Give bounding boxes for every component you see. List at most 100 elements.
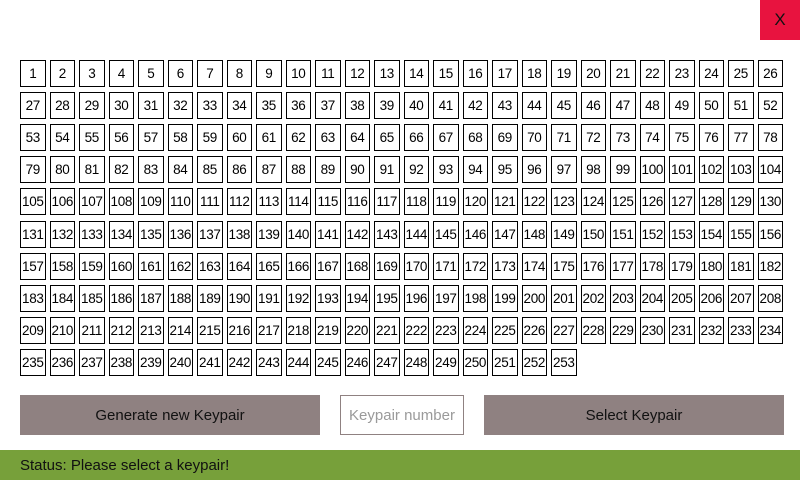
- keypair-cell-202[interactable]: 202: [580, 284, 607, 312]
- keypair-cell-79[interactable]: 79: [20, 156, 46, 184]
- keypair-cell-249[interactable]: 249: [433, 348, 459, 376]
- keypair-cell-81[interactable]: 81: [79, 156, 105, 184]
- keypair-cell-209[interactable]: 209: [20, 316, 46, 344]
- keypair-cell-184[interactable]: 184: [49, 284, 76, 312]
- keypair-cell-87[interactable]: 87: [256, 156, 282, 184]
- keypair-cell-40[interactable]: 40: [403, 92, 430, 120]
- keypair-cell-49[interactable]: 49: [669, 92, 695, 120]
- keypair-cell-178[interactable]: 178: [639, 252, 666, 280]
- keypair-cell-61[interactable]: 61: [256, 124, 282, 152]
- keypair-cell-3[interactable]: 3: [79, 60, 105, 87]
- keypair-cell-142[interactable]: 142: [344, 220, 371, 248]
- keypair-cell-95[interactable]: 95: [492, 156, 518, 184]
- keypair-cell-194[interactable]: 194: [344, 284, 371, 312]
- keypair-cell-236[interactable]: 236: [49, 348, 76, 376]
- keypair-cell-168[interactable]: 168: [344, 252, 371, 280]
- keypair-cell-127[interactable]: 127: [669, 188, 695, 216]
- keypair-cell-246[interactable]: 246: [344, 348, 371, 376]
- keypair-cell-52[interactable]: 52: [757, 92, 784, 120]
- keypair-cell-104[interactable]: 104: [757, 156, 784, 184]
- keypair-cell-58[interactable]: 58: [167, 124, 194, 152]
- keypair-cell-80[interactable]: 80: [49, 156, 76, 184]
- keypair-cell-124[interactable]: 124: [580, 188, 607, 216]
- keypair-cell-74[interactable]: 74: [639, 124, 666, 152]
- keypair-cell-70[interactable]: 70: [521, 124, 548, 152]
- keypair-cell-119[interactable]: 119: [433, 188, 459, 216]
- keypair-cell-144[interactable]: 144: [403, 220, 430, 248]
- keypair-cell-199[interactable]: 199: [492, 284, 518, 312]
- keypair-cell-135[interactable]: 135: [138, 220, 164, 248]
- keypair-cell-29[interactable]: 29: [79, 92, 105, 120]
- keypair-cell-20[interactable]: 20: [580, 60, 607, 87]
- keypair-cell-251[interactable]: 251: [492, 348, 518, 376]
- keypair-cell-34[interactable]: 34: [226, 92, 253, 120]
- select-keypair-button[interactable]: Select Keypair: [484, 395, 784, 435]
- keypair-cell-235[interactable]: 235: [20, 348, 46, 376]
- keypair-cell-241[interactable]: 241: [197, 348, 223, 376]
- keypair-cell-161[interactable]: 161: [138, 252, 164, 280]
- keypair-cell-108[interactable]: 108: [108, 188, 135, 216]
- keypair-cell-122[interactable]: 122: [521, 188, 548, 216]
- keypair-cell-12[interactable]: 12: [344, 60, 371, 87]
- keypair-cell-141[interactable]: 141: [315, 220, 341, 248]
- keypair-cell-76[interactable]: 76: [698, 124, 725, 152]
- keypair-cell-72[interactable]: 72: [580, 124, 607, 152]
- keypair-cell-91[interactable]: 91: [374, 156, 400, 184]
- keypair-cell-160[interactable]: 160: [108, 252, 135, 280]
- keypair-cell-152[interactable]: 152: [639, 220, 666, 248]
- keypair-cell-14[interactable]: 14: [403, 60, 430, 87]
- keypair-cell-13[interactable]: 13: [374, 60, 400, 87]
- keypair-cell-164[interactable]: 164: [226, 252, 253, 280]
- keypair-cell-9[interactable]: 9: [256, 60, 282, 87]
- keypair-cell-126[interactable]: 126: [639, 188, 666, 216]
- keypair-cell-253[interactable]: 253: [551, 348, 577, 376]
- keypair-cell-121[interactable]: 121: [492, 188, 518, 216]
- keypair-cell-243[interactable]: 243: [256, 348, 282, 376]
- keypair-cell-245[interactable]: 245: [315, 348, 341, 376]
- keypair-cell-66[interactable]: 66: [403, 124, 430, 152]
- keypair-cell-106[interactable]: 106: [49, 188, 76, 216]
- keypair-cell-110[interactable]: 110: [167, 188, 194, 216]
- keypair-cell-15[interactable]: 15: [433, 60, 459, 87]
- keypair-cell-226[interactable]: 226: [521, 316, 548, 344]
- keypair-cell-167[interactable]: 167: [315, 252, 341, 280]
- keypair-cell-6[interactable]: 6: [167, 60, 194, 87]
- keypair-cell-188[interactable]: 188: [167, 284, 194, 312]
- keypair-cell-4[interactable]: 4: [108, 60, 135, 87]
- keypair-cell-208[interactable]: 208: [757, 284, 784, 312]
- keypair-cell-47[interactable]: 47: [610, 92, 636, 120]
- keypair-cell-220[interactable]: 220: [344, 316, 371, 344]
- keypair-cell-137[interactable]: 137: [197, 220, 223, 248]
- keypair-cell-113[interactable]: 113: [256, 188, 282, 216]
- keypair-cell-22[interactable]: 22: [639, 60, 666, 87]
- keypair-cell-26[interactable]: 26: [757, 60, 784, 87]
- keypair-cell-237[interactable]: 237: [79, 348, 105, 376]
- keypair-cell-190[interactable]: 190: [226, 284, 253, 312]
- generate-keypair-button[interactable]: Generate new Keypair: [20, 395, 320, 435]
- keypair-cell-136[interactable]: 136: [167, 220, 194, 248]
- keypair-cell-171[interactable]: 171: [433, 252, 459, 280]
- keypair-cell-41[interactable]: 41: [433, 92, 459, 120]
- keypair-cell-156[interactable]: 156: [757, 220, 784, 248]
- keypair-cell-150[interactable]: 150: [580, 220, 607, 248]
- keypair-cell-128[interactable]: 128: [698, 188, 725, 216]
- keypair-cell-216[interactable]: 216: [226, 316, 253, 344]
- keypair-cell-138[interactable]: 138: [226, 220, 253, 248]
- keypair-cell-170[interactable]: 170: [403, 252, 430, 280]
- keypair-cell-185[interactable]: 185: [79, 284, 105, 312]
- keypair-cell-222[interactable]: 222: [403, 316, 430, 344]
- keypair-cell-78[interactable]: 78: [757, 124, 784, 152]
- keypair-cell-62[interactable]: 62: [285, 124, 312, 152]
- keypair-cell-240[interactable]: 240: [167, 348, 194, 376]
- keypair-cell-56[interactable]: 56: [108, 124, 135, 152]
- keypair-cell-7[interactable]: 7: [197, 60, 223, 87]
- keypair-cell-182[interactable]: 182: [757, 252, 784, 280]
- keypair-cell-186[interactable]: 186: [108, 284, 135, 312]
- keypair-cell-24[interactable]: 24: [698, 60, 725, 87]
- keypair-cell-73[interactable]: 73: [610, 124, 636, 152]
- keypair-cell-163[interactable]: 163: [197, 252, 223, 280]
- keypair-cell-90[interactable]: 90: [344, 156, 371, 184]
- keypair-cell-146[interactable]: 146: [462, 220, 489, 248]
- keypair-cell-109[interactable]: 109: [138, 188, 164, 216]
- close-button[interactable]: X: [760, 0, 800, 40]
